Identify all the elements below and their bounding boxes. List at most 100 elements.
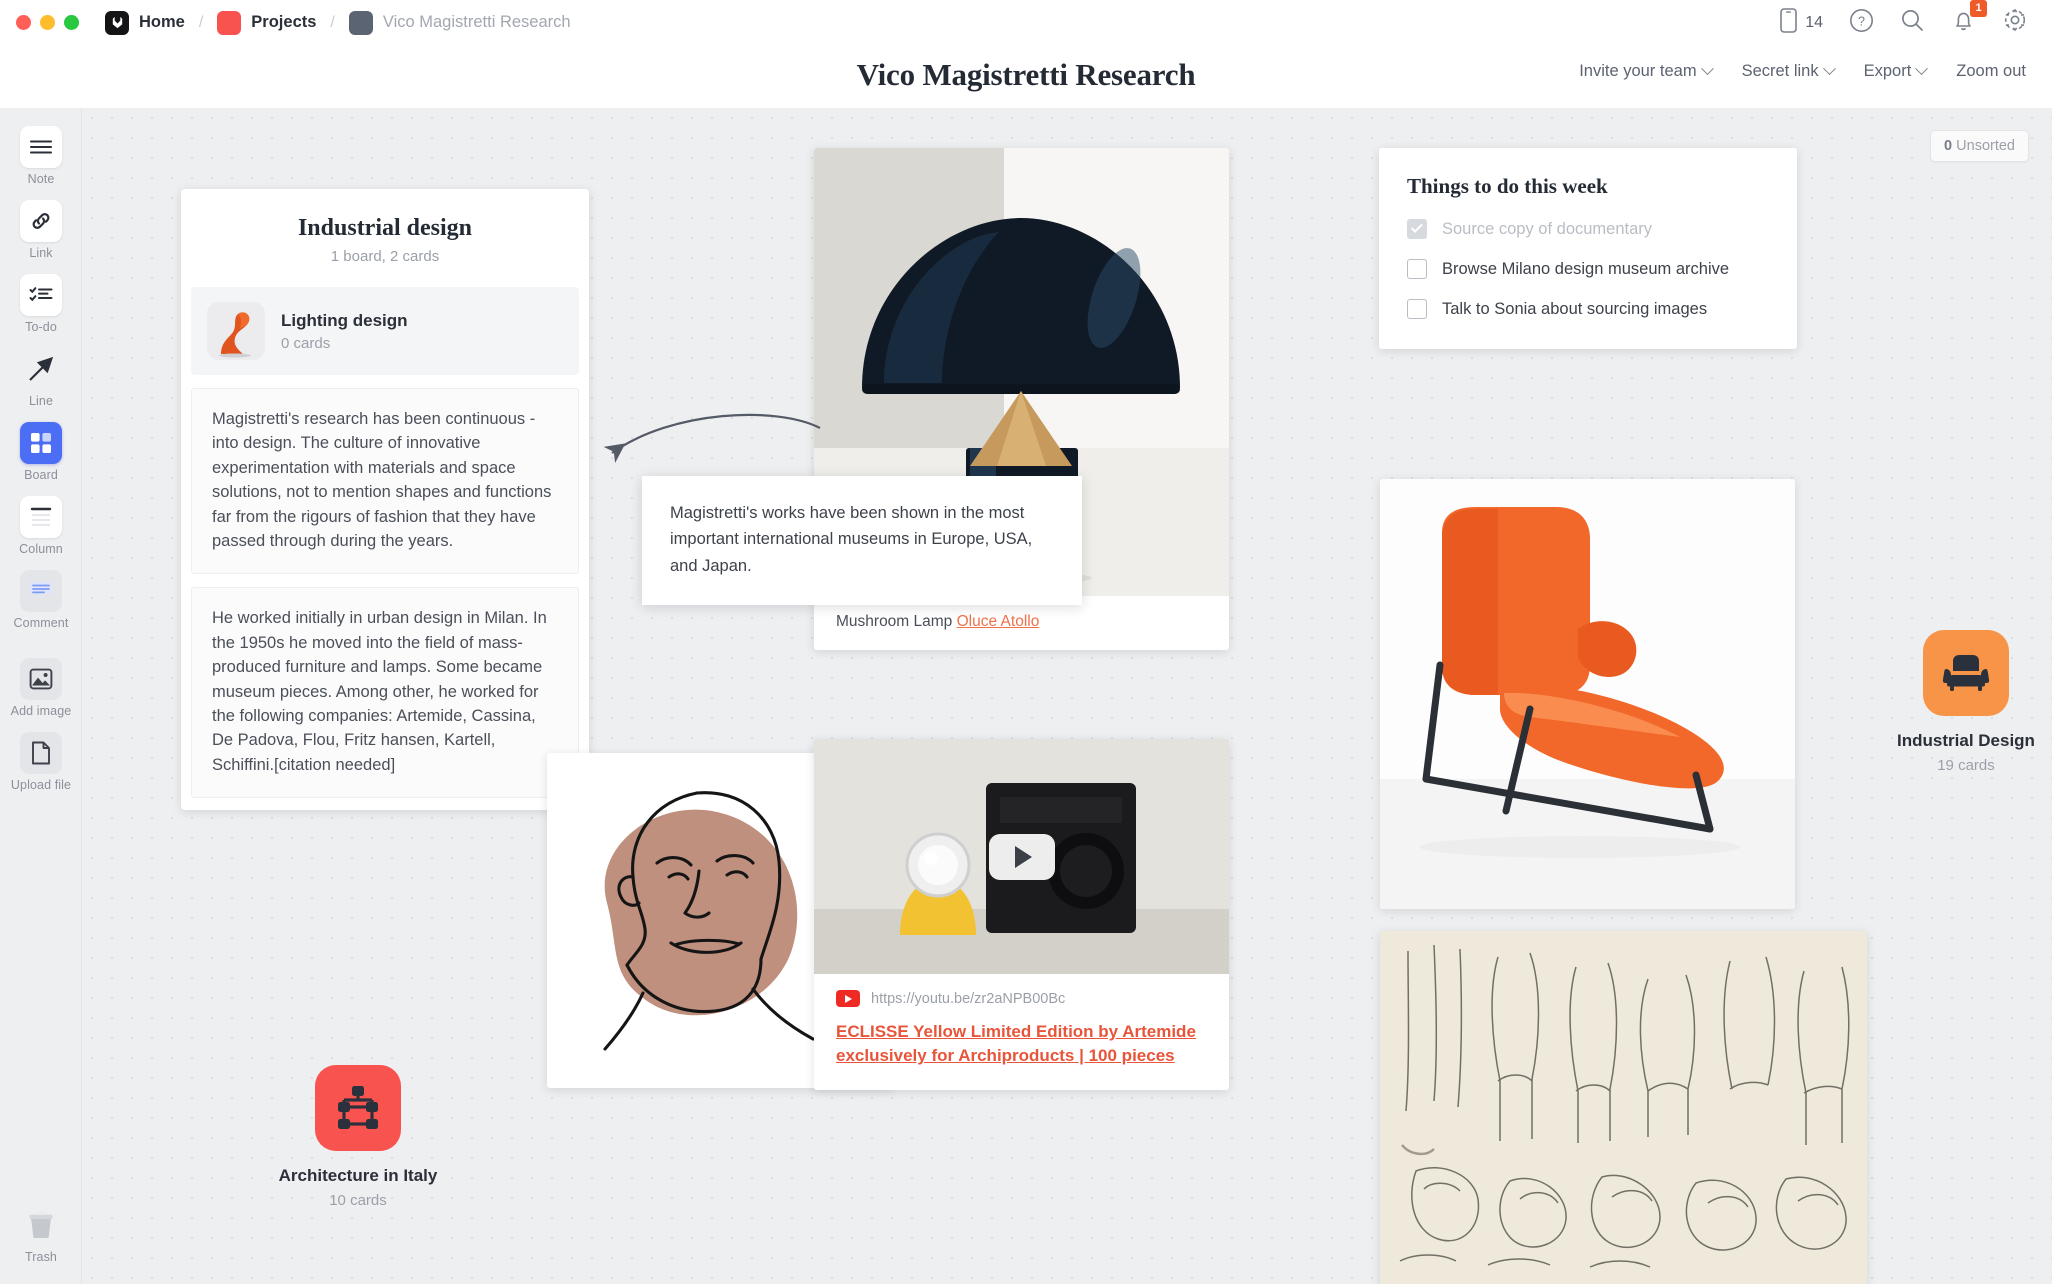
breadcrumb-separator-1: / (198, 13, 204, 31)
card-lamp-sketches[interactable] (1380, 931, 1867, 1284)
svg-text:?: ? (1858, 14, 1865, 28)
close-window-button[interactable] (16, 15, 31, 30)
card-todo-list[interactable]: Things to do this week Source copy of do… (1379, 148, 1797, 349)
play-button[interactable] (988, 833, 1055, 880)
card-industrial-design-column[interactable]: Industrial design 1 board, 2 cards Light… (181, 189, 589, 811)
board-folder-icon (348, 10, 373, 35)
sidebar-item-comment[interactable]: Comment (0, 562, 82, 636)
upload-file-label: Upload file (10, 778, 72, 792)
secret-link-label: Secret link (1741, 62, 1819, 80)
todo-item[interactable]: Talk to Sonia about sourcing images (1407, 299, 1769, 319)
sidebar-item-line[interactable]: Line (0, 340, 82, 414)
sidebar-item-todo[interactable]: To-do (0, 266, 82, 340)
subboard-count: 0 cards (281, 334, 331, 352)
search-icon (1900, 8, 1925, 38)
todo-item-label: Browse Milano design museum archive (1442, 259, 1730, 278)
sticky-note-text: Magistretti's works have been shown in t… (670, 504, 1033, 575)
unsorted-badge[interactable]: 0 Unsorted (1930, 130, 2029, 162)
device-count-button[interactable]: 14 (1780, 7, 1823, 38)
column-title: Industrial design (297, 215, 473, 241)
tile-industrial-design[interactable]: Industrial Design 19 cards (1876, 630, 2052, 774)
tile-count: 10 cards (329, 1192, 387, 1209)
help-button[interactable]: ? (1849, 8, 1874, 38)
sidebar-item-board[interactable]: Board (0, 414, 82, 488)
trash-icon (20, 1204, 62, 1246)
note-text: He worked initially in urban design in M… (212, 609, 547, 774)
breadcrumb-item-current[interactable]: Vico Magistretti Research (345, 8, 575, 38)
lamp-source-link[interactable]: Oluce Atollo (957, 613, 1040, 630)
trash-label: Trash (25, 1250, 57, 1264)
line-label: Line (28, 394, 54, 408)
breadcrumb-item-home[interactable]: Home (101, 8, 189, 38)
line-icon (20, 348, 62, 390)
notifications-button[interactable]: 1 (1951, 0, 1987, 38)
device-count-label: 14 (1805, 13, 1823, 31)
invite-team-button[interactable]: Invite your team (1579, 62, 1714, 81)
sidebar-item-column[interactable]: Column (0, 488, 82, 562)
todo-icon (20, 274, 62, 316)
lamp-sketches-image (1380, 931, 1867, 1284)
breadcrumb-current-label: Vico Magistretti Research (382, 13, 571, 31)
video-title-link[interactable]: ECLISSE Yellow Limited Edition by Artemi… (836, 1020, 1207, 1068)
link-icon (20, 200, 62, 242)
window-traffic-lights (16, 15, 79, 30)
subboard-name: Lighting design (281, 310, 408, 330)
maximize-window-button[interactable] (64, 15, 79, 30)
breadcrumb-separator-2: / (330, 13, 335, 31)
subboard-thumbnail (207, 302, 265, 360)
breadcrumb-item-projects[interactable]: Projects (213, 8, 320, 38)
checkbox-checked[interactable] (1407, 219, 1427, 239)
zoom-out-button[interactable]: Zoom out (1956, 62, 2026, 81)
orange-chair-image (1380, 479, 1795, 909)
export-label: Export (1863, 62, 1912, 80)
help-icon: ? (1849, 8, 1874, 38)
breadcrumb-home-label: Home (139, 13, 185, 31)
sidebar-item-trash[interactable]: Trash (0, 1196, 82, 1270)
file-icon (20, 732, 62, 774)
tile-name: Architecture in Italy (278, 1166, 438, 1185)
unsorted-label: Unsorted (1956, 138, 2015, 154)
zoom-out-label: Zoom out (1956, 62, 2026, 80)
phone-icon (1780, 7, 1798, 38)
sitemap-icon (315, 1065, 401, 1151)
subboard-lighting-design[interactable]: Lighting design 0 cards (191, 287, 579, 375)
video-meta: https://youtu.be/zr2aNPB00Bc ECLISSE Yel… (814, 974, 1229, 1090)
breadcrumb: Home / Projects / Vico Magistretti Resea… (101, 8, 575, 38)
projects-folder-icon (217, 10, 242, 35)
unsorted-count: 0 (1944, 138, 1953, 154)
sticky-note-museums[interactable]: Magistretti's works have been shown in t… (642, 476, 1082, 606)
sidebar-item-link[interactable]: Link (0, 192, 82, 266)
card-youtube-video[interactable]: https://youtu.be/zr2aNPB00Bc ECLISSE Yel… (814, 739, 1229, 1091)
checkbox-unchecked[interactable] (1407, 299, 1427, 319)
settings-button[interactable] (2002, 7, 2028, 38)
add-image-label: Add image (10, 704, 72, 718)
board-canvas[interactable]: 0 Unsorted Industrial design 1 board, 2 … (82, 108, 2052, 1284)
todo-item[interactable]: Source copy of documentary (1407, 219, 1769, 239)
checkbox-unchecked[interactable] (1407, 259, 1427, 279)
secret-link-button[interactable]: Secret link (1741, 62, 1836, 81)
tile-architecture-in-italy[interactable]: Architecture in Italy 10 cards (268, 1065, 448, 1209)
minimize-window-button[interactable] (40, 15, 55, 30)
note-label: Note (27, 172, 55, 186)
card-orange-chair[interactable] (1380, 479, 1795, 909)
sidebar-item-upload-file[interactable]: Upload file (0, 724, 82, 798)
column-label: Column (19, 542, 63, 556)
board-icon (20, 422, 62, 464)
title-bar: Vico Magistretti Research Invite your te… (0, 45, 2052, 108)
top-bar-actions: 14 ? 1 (1780, 0, 2028, 38)
gear-icon (2002, 7, 2028, 38)
app-window: Home / Projects / Vico Magistretti Resea… (0, 0, 2052, 1284)
note-card-research[interactable]: Magistretti's research has been continuo… (191, 388, 579, 575)
note-card-biography[interactable]: He worked initially in urban design in M… (191, 587, 579, 799)
top-bar: Home / Projects / Vico Magistretti Resea… (0, 0, 2052, 45)
column-header: Industrial design 1 board, 2 cards (181, 189, 589, 287)
sidebar-item-add-image[interactable]: Add image (0, 650, 82, 724)
search-button[interactable] (1900, 8, 1925, 38)
todo-label: To-do (25, 320, 57, 334)
sidebar-item-note[interactable]: Note (0, 118, 82, 192)
todo-item[interactable]: Browse Milano design museum archive (1407, 259, 1769, 279)
comment-icon (20, 570, 62, 612)
export-button[interactable]: Export (1863, 62, 1929, 81)
video-thumbnail[interactable] (814, 739, 1229, 974)
board-actions: Invite your team Secret link Export Zoom… (1579, 62, 2026, 81)
